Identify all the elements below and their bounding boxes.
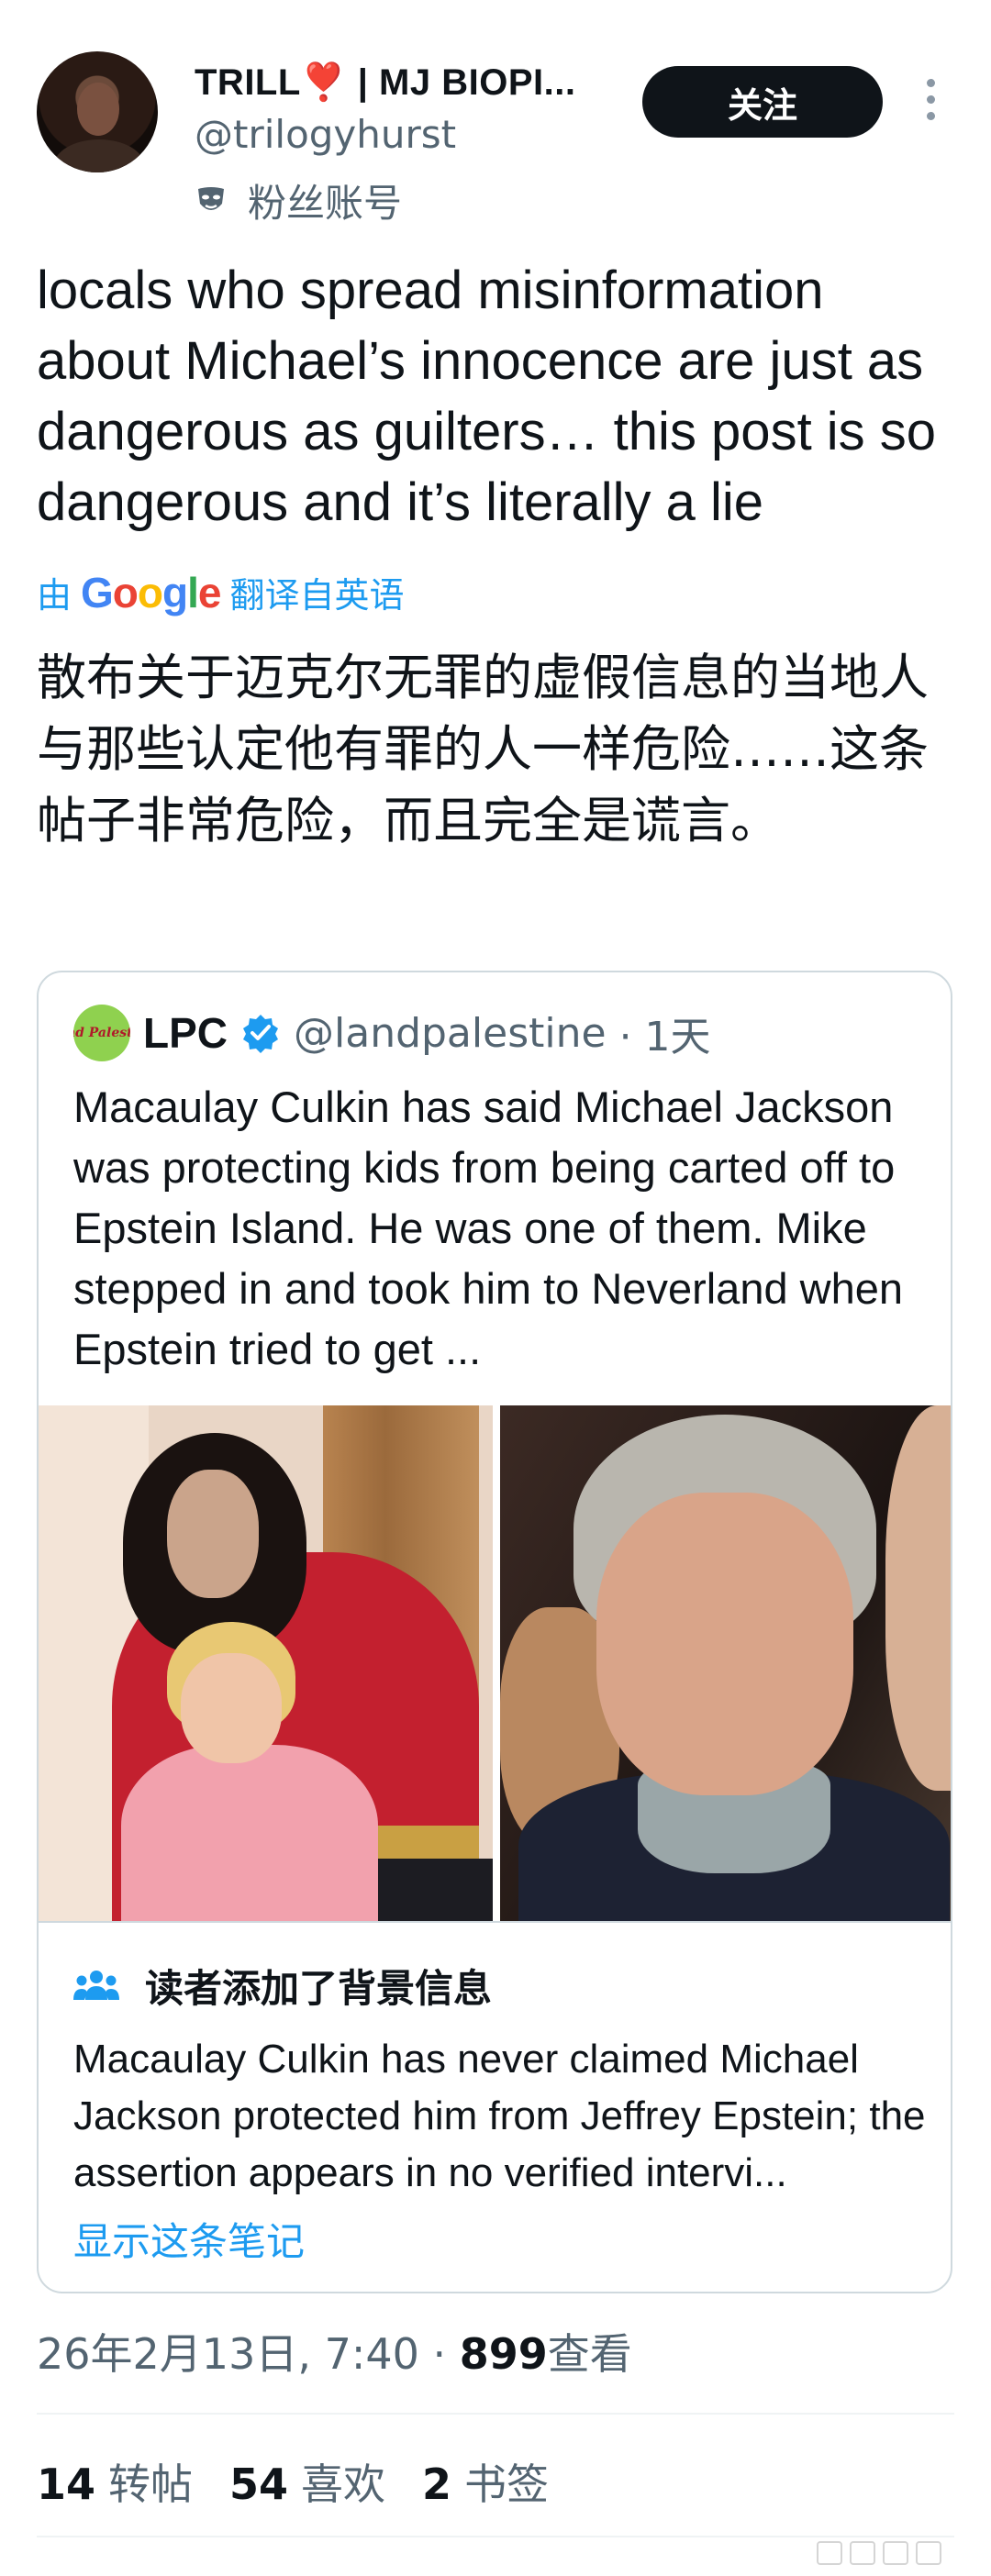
community-note-text: Macaulay Culkin has never claimed Michae… xyxy=(73,2037,926,2195)
follow-button[interactable]: 关注 xyxy=(642,66,883,138)
view-label: 查看 xyxy=(547,2329,632,2379)
quoted-author-handle[interactable]: @landpalestine xyxy=(294,1010,607,1057)
quoted-tweet-text: Macaulay Culkin has said Michael Jackson… xyxy=(73,1083,904,1373)
reposts-stat[interactable]: 14 转帖 xyxy=(37,2451,193,2512)
fan-account-label: 粉丝账号 xyxy=(195,172,402,228)
quoted-author-avatar[interactable]: Land Palestine xyxy=(73,1005,130,1061)
community-note-heading: 读者添加了背景信息 xyxy=(145,1966,493,2011)
author-avatar[interactable] xyxy=(37,51,158,172)
watermark-marks xyxy=(817,2541,945,2565)
community-note-title: 读者添加了背景信息 xyxy=(73,1958,492,2014)
fan-account-text: 粉丝账号 xyxy=(248,181,403,226)
translation-attribution[interactable]: 由 Google 翻译自英语 xyxy=(37,567,405,617)
author-handle[interactable]: @trilogyhurst xyxy=(195,112,456,157)
community-note: 读者添加了背景信息 Macaulay Culkin has never clai… xyxy=(39,1921,951,2292)
tweet-timestamp[interactable]: 26年2月13日, 7:40 · xyxy=(37,2329,460,2379)
google-logo: Google xyxy=(81,568,221,616)
view-count: 899 xyxy=(459,2329,548,2379)
mask-icon xyxy=(195,185,228,217)
verified-icon xyxy=(243,1015,278,1053)
tweet-meta: 26年2月13日, 7:40 · 899查看 xyxy=(37,2321,632,2382)
engagement-stats: 14 转帖 54 喜欢 2 书签 xyxy=(37,2451,549,2512)
quoted-author-name[interactable]: LPC xyxy=(143,1008,228,1058)
quoted-tweet-card[interactable]: Land Palestine LPC @landpalestine · 1天 M… xyxy=(37,971,952,2293)
tweet-text: locals who spread misinformation about M… xyxy=(37,261,937,532)
quoted-tweet-header: Land Palestine LPC @landpalestine · 1天 xyxy=(73,1004,711,1062)
more-icon[interactable] xyxy=(919,79,941,127)
likes-stat[interactable]: 54 喜欢 xyxy=(229,2451,385,2512)
media-photo-right[interactable] xyxy=(500,1405,951,1921)
translate-prefix: 由 xyxy=(37,575,72,616)
quoted-tweet-time: · 1天 xyxy=(618,1014,711,1060)
media-photo-left[interactable] xyxy=(39,1405,493,1921)
author-display-name[interactable]: TRILL❣️ | MJ BIOPI... xyxy=(195,61,575,104)
translate-suffix: 翻译自英语 xyxy=(229,575,405,616)
divider xyxy=(37,2536,954,2537)
quoted-tweet-media[interactable] xyxy=(39,1405,951,1921)
tweet-detail-page: TRILL❣️ | MJ BIOPI... @trilogyhurst 粉丝账号… xyxy=(0,0,991,2576)
translated-text: 散布关于迈克尔无罪的虚假信息的当地人与那些认定他有罪的人一样危险……这条帖子非常… xyxy=(37,649,929,849)
bookmarks-stat[interactable]: 2 书签 xyxy=(422,2451,549,2512)
divider xyxy=(37,2413,954,2415)
show-note-link[interactable]: 显示这条笔记 xyxy=(73,2211,305,2267)
people-icon xyxy=(73,1970,119,2000)
